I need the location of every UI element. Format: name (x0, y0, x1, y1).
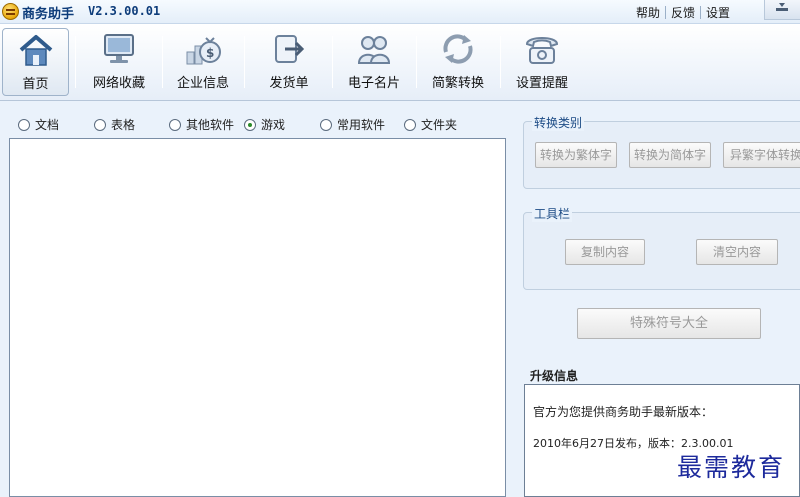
clear-content-button[interactable]: 清空内容 (696, 239, 778, 265)
app-title: 商务助手 (22, 7, 75, 22)
toolbar-divider (244, 36, 245, 88)
radio-button[interactable] (404, 118, 416, 131)
toolbar-divider (75, 36, 76, 88)
home-icon (19, 35, 52, 66)
svg-text:$: $ (206, 46, 214, 60)
radio-button[interactable] (94, 118, 106, 131)
tab-label: 设置提醒 (515, 76, 568, 91)
tab-company-info[interactable]: $ 企业信息 (168, 28, 238, 96)
variant-convert-button[interactable]: 异繁字体转换 (723, 142, 800, 168)
radio-button[interactable] (320, 118, 332, 131)
radio-label: 常用软件 (337, 118, 386, 132)
money-bag-icon: $ (186, 37, 221, 65)
copy-content-button[interactable]: 复制内容 (565, 239, 645, 265)
special-symbols-button[interactable]: 特殊符号大全 (577, 308, 761, 339)
title-bar: 商务助手 V2.3.00.01 帮助 反馈 设置 (0, 0, 800, 24)
radio-common-software[interactable]: 常用软件 (320, 116, 385, 133)
radio-spreadsheets[interactable]: 表格 (94, 116, 135, 133)
category-radio-group: 文档 表格 其他软件 游戏 常用软件 文件夹 (0, 110, 512, 136)
monitor-icon (104, 34, 134, 63)
tab-label: 简繁转换 (431, 76, 484, 91)
radio-label: 表格 (111, 118, 136, 132)
radio-label: 游戏 (261, 118, 286, 132)
tab-label: 电子名片 (347, 76, 400, 91)
settings-link[interactable]: 设置 (706, 4, 730, 21)
app-version: V2.3.00.01 (88, 4, 161, 18)
tab-invoice[interactable]: 发货单 (254, 28, 324, 96)
to-simplified-button[interactable]: 转换为简体字 (629, 142, 711, 168)
export-icon (275, 35, 305, 63)
tab-label: 企业信息 (176, 76, 229, 91)
tools-group: 工具栏 复制内容 清空内容 (523, 205, 800, 290)
upgrade-message: 官方为您提供商务助手最新版本： (533, 405, 714, 419)
radio-label: 其他软件 (186, 118, 235, 132)
radio-button[interactable] (169, 118, 181, 131)
radio-button[interactable] (18, 118, 30, 131)
radio-label: 文件夹 (421, 118, 458, 132)
group-title: 转换类别 (532, 114, 585, 131)
group-title: 工具栏 (532, 205, 573, 222)
link-divider (665, 6, 667, 19)
content-text-area[interactable] (9, 138, 506, 497)
app-logo-icon (2, 3, 19, 20)
toolbar-divider (162, 36, 163, 88)
toolbar-divider (416, 36, 417, 88)
main-toolbar: 首页 网络收藏 $ 企业信息 发货单 电子名片 简繁转换 设置提醒 (0, 24, 800, 101)
tab-web-favorites[interactable]: 网络收藏 (82, 28, 156, 96)
tab-business-card[interactable]: 电子名片 (338, 28, 410, 96)
toolbar-divider (500, 36, 501, 88)
contacts-icon (357, 36, 391, 64)
convert-group: 转换类别 转换为繁体字 转换为简体字 异繁字体转换 (523, 114, 800, 189)
feedback-link[interactable]: 反馈 (671, 4, 695, 21)
radio-documents[interactable]: 文档 (18, 116, 59, 133)
tab-reminder-settings[interactable]: 设置提醒 (506, 28, 578, 96)
tab-home[interactable]: 首页 (2, 28, 69, 96)
tab-simp-trad-convert[interactable]: 简繁转换 (422, 28, 494, 96)
tab-label: 首页 (22, 77, 49, 92)
convert-arrows-icon (443, 34, 473, 64)
radio-other-software[interactable]: 其他软件 (169, 116, 234, 133)
radio-folders[interactable]: 文件夹 (404, 116, 457, 133)
radio-button-selected[interactable] (244, 118, 256, 131)
radio-label: 文档 (35, 118, 60, 132)
tab-label: 网络收藏 (92, 76, 145, 91)
upgrade-info-title: 升级信息 (530, 369, 579, 383)
tab-label: 发货单 (269, 76, 309, 91)
radio-games[interactable]: 游戏 (244, 116, 285, 133)
link-divider (700, 6, 702, 19)
minimize-button[interactable] (764, 0, 800, 20)
top-links: 帮助 反馈 设置 (636, 4, 730, 21)
help-link[interactable]: 帮助 (636, 4, 660, 21)
telephone-icon (525, 37, 559, 64)
to-traditional-button[interactable]: 转换为繁体字 (535, 142, 617, 168)
watermark-text: 最需教育 (677, 453, 786, 482)
toolbar-divider (332, 36, 333, 88)
